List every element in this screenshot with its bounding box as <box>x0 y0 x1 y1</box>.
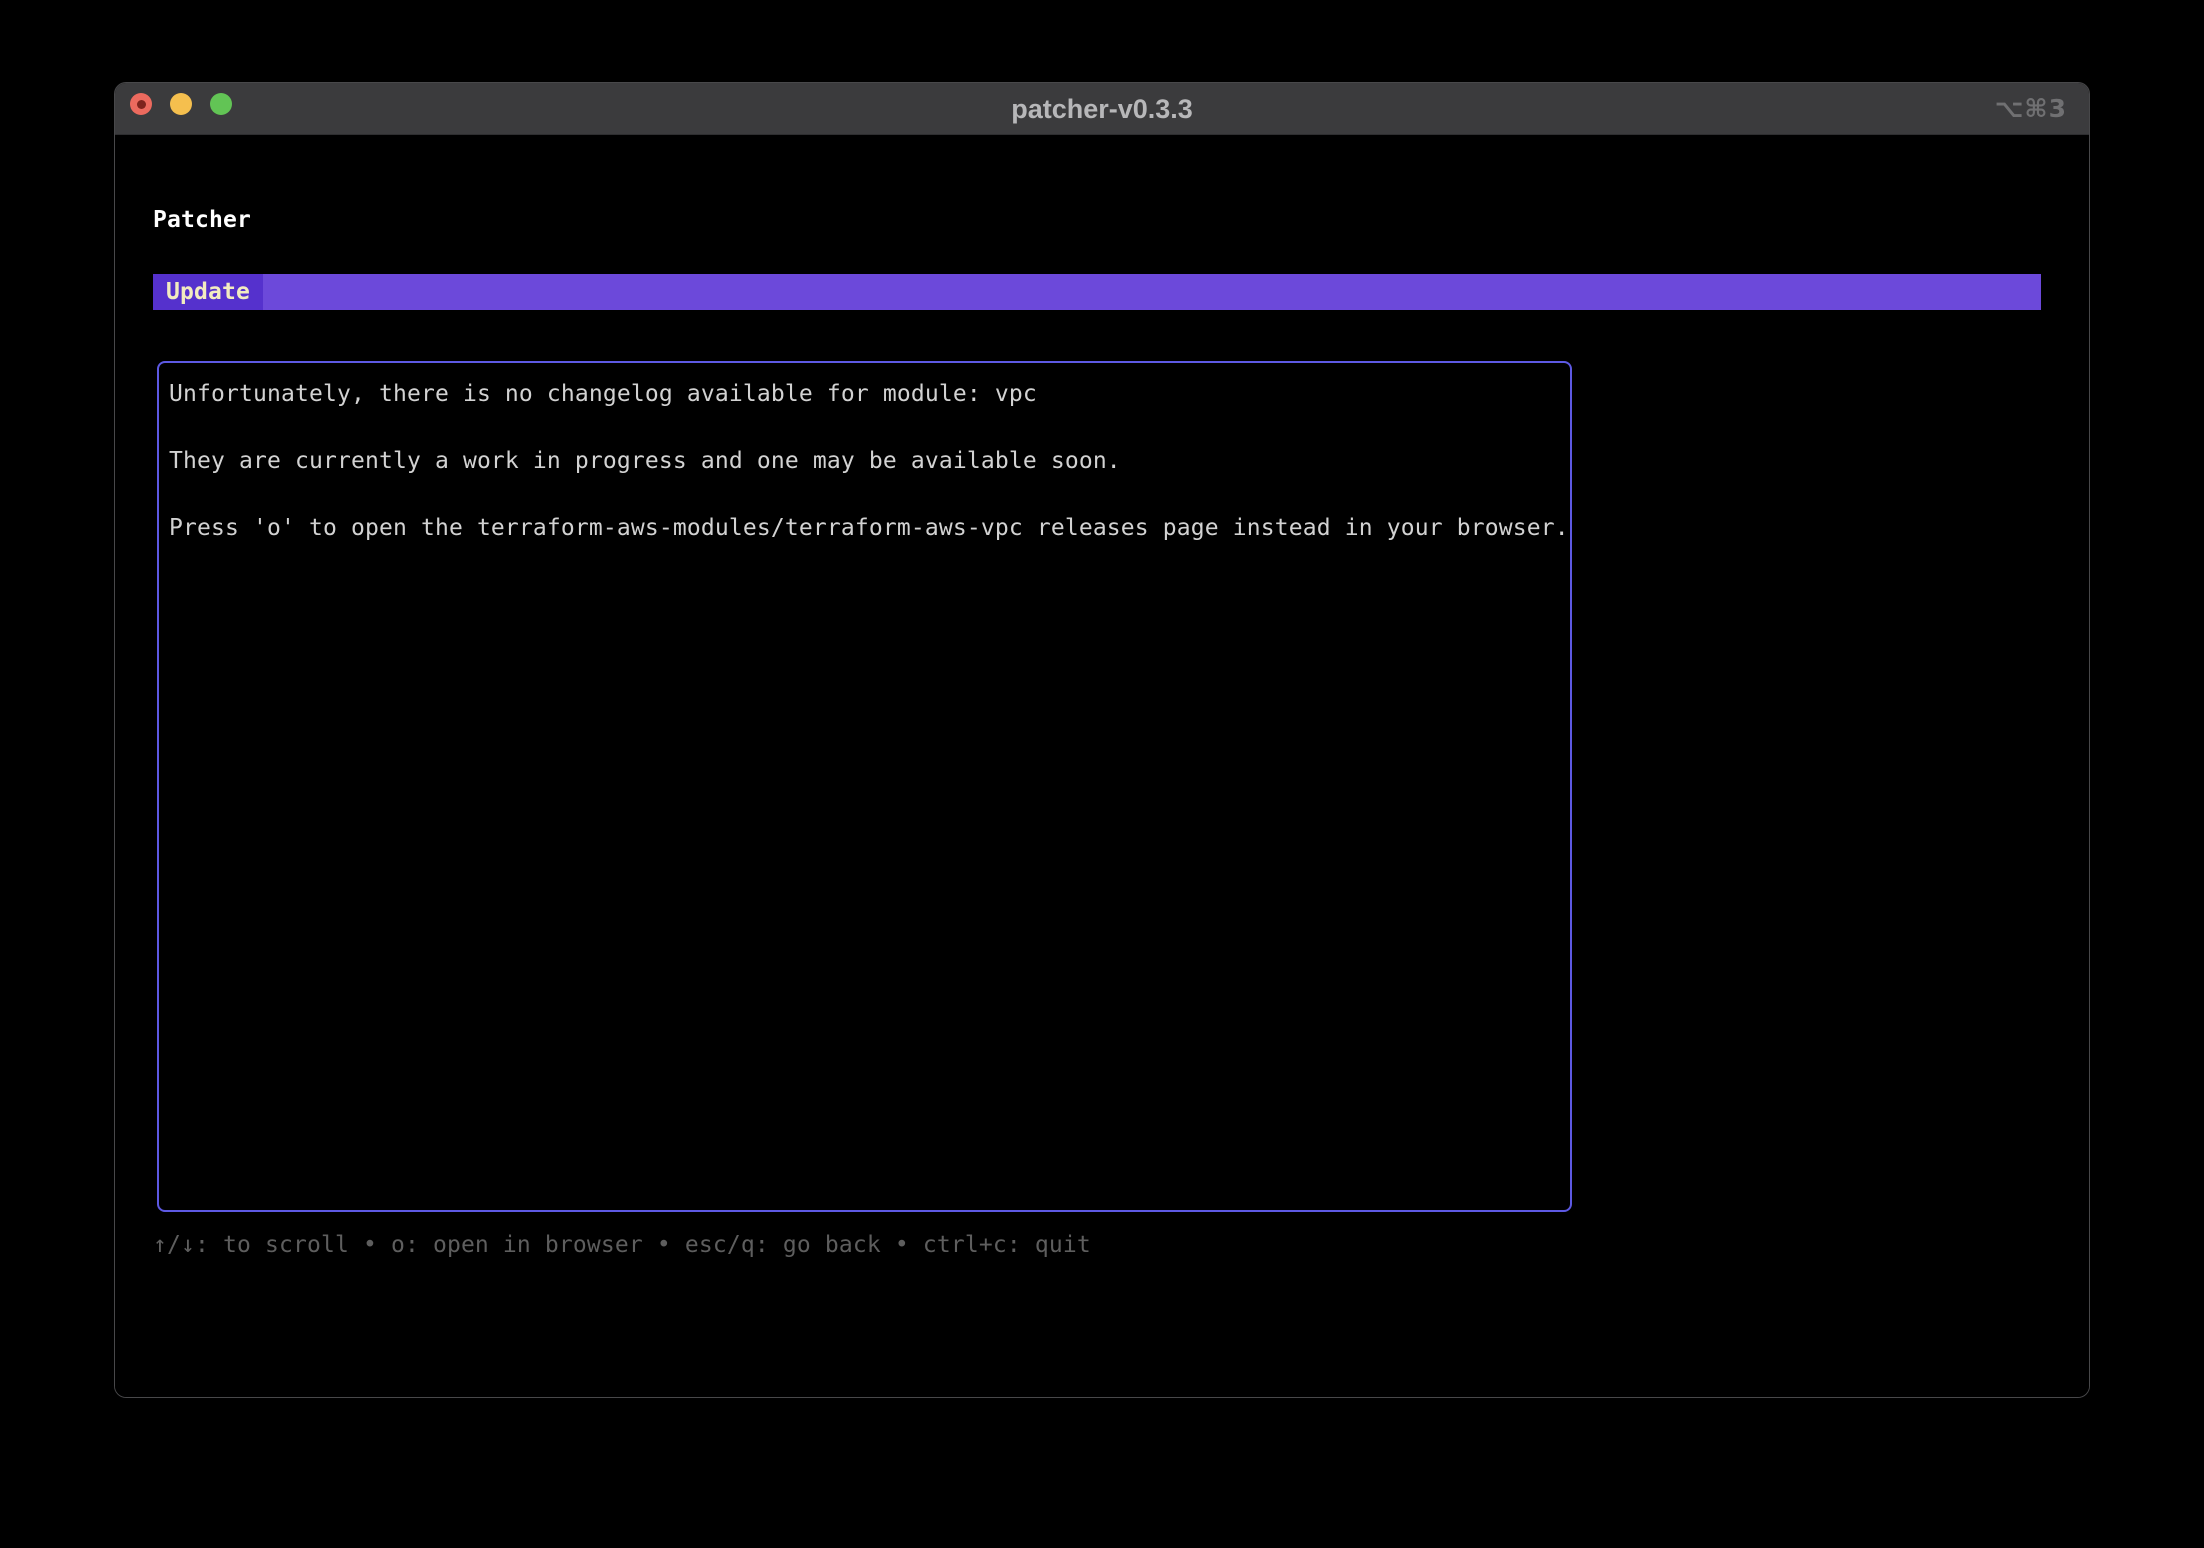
tab-update[interactable]: Update <box>153 274 263 310</box>
tab-bar: Update <box>153 274 2041 310</box>
window-title: patcher-v0.3.3 <box>1011 94 1193 124</box>
window-titlebar[interactable]: patcher-v0.3.3 ⌥⌘3 <box>115 83 2089 135</box>
changelog-paragraph: Unfortunately, there is no changelog ava… <box>169 381 1037 407</box>
changelog-viewport[interactable]: Unfortunately, there is no changelog ava… <box>157 361 1572 1212</box>
app-window: patcher-v0.3.3 ⌥⌘3 Patcher Update Unfort… <box>114 82 2090 1398</box>
terminal-content: Patcher Update Unfortunately, there is n… <box>115 136 2089 1397</box>
app-heading: Patcher <box>153 207 251 233</box>
changelog-paragraph: They are currently a work in progress an… <box>169 448 1121 474</box>
help-bar: ↑/↓: to scroll • o: open in browser • es… <box>153 1232 1091 1258</box>
changelog-paragraph: Press 'o' to open the terraform-aws-modu… <box>169 515 1569 541</box>
window-shortcut-hint: ⌥⌘3 <box>1994 94 2067 123</box>
